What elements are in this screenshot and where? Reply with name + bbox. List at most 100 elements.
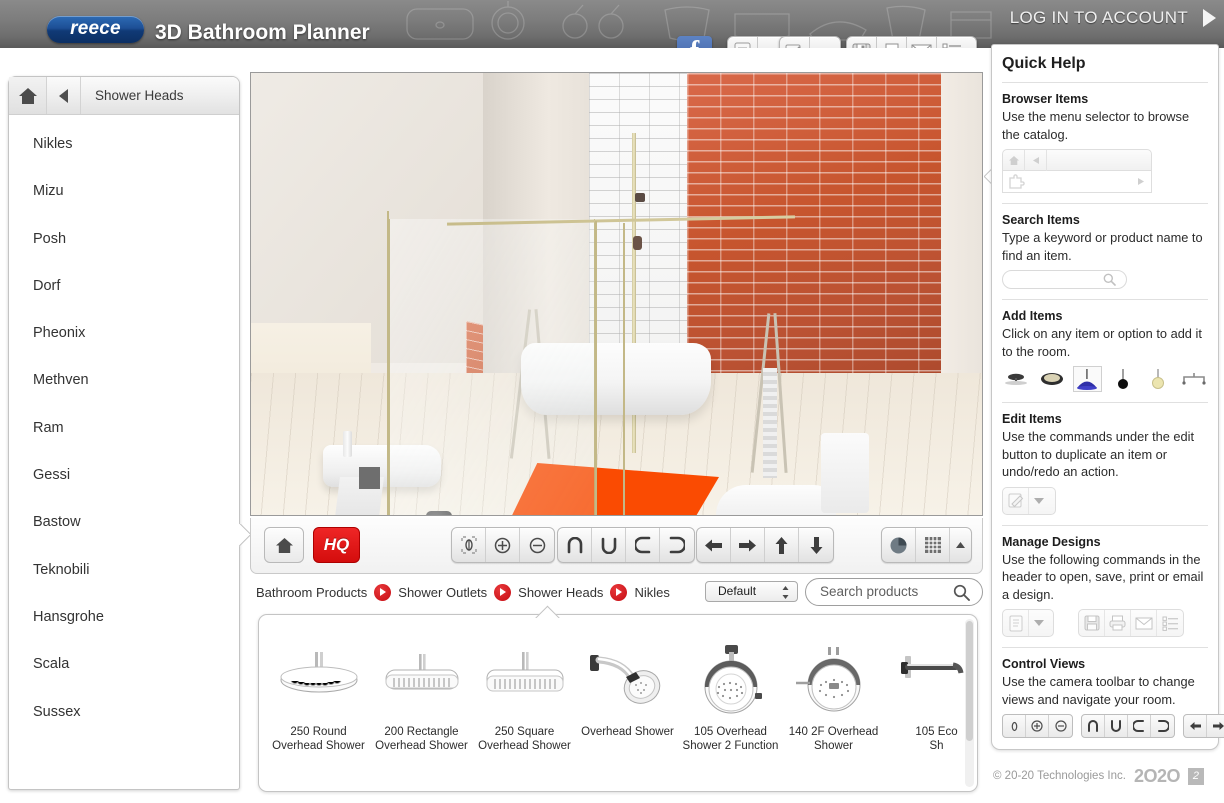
rotate-up-left-icon[interactable]	[558, 528, 592, 562]
floorplan-view-icon[interactable]	[916, 528, 950, 562]
list-item[interactable]: Gessi	[9, 452, 239, 499]
brand-2020-mark: 2	[1188, 768, 1204, 785]
breadcrumb-item[interactable]: Shower Outlets	[398, 585, 487, 600]
breadcrumb: Bathroom Products Shower Outlets Shower …	[256, 584, 670, 601]
list-item[interactable]: Mizu	[9, 168, 239, 215]
perspective-view-icon[interactable]	[882, 528, 916, 562]
product-card[interactable]: 140 2F OverheadShower	[782, 633, 885, 753]
towel-radiator	[763, 368, 777, 478]
list-icon	[1157, 610, 1183, 636]
shower-glass-panel	[389, 219, 595, 516]
chevron-down-icon[interactable]	[758, 37, 777, 48]
items-mini-illustration	[1002, 366, 1208, 392]
rotate-down-icon[interactable]	[592, 528, 626, 562]
facebook-icon[interactable]: f	[677, 36, 712, 48]
camera-mini-illustration	[1002, 714, 1208, 738]
product-card[interactable]: 250 SquareOverhead Shower	[473, 633, 576, 753]
forward-arrow-icon	[1137, 177, 1145, 186]
footer: © 20-20 Technologies Inc. 2O2O 2	[991, 757, 1219, 795]
back-arrow-icon	[1025, 150, 1047, 171]
track-light-icon	[1180, 366, 1208, 392]
design-area: HQ	[250, 72, 983, 574]
printer-icon[interactable]	[877, 37, 907, 48]
list-item[interactable]: Ram	[9, 405, 239, 452]
login-to-account-link[interactable]: LOG IN TO ACCOUNT	[1010, 8, 1188, 28]
list-item[interactable]: Hansgrohe	[9, 594, 239, 641]
home-icon[interactable]	[264, 527, 304, 563]
puzzle-icon	[1009, 174, 1025, 189]
list-item[interactable]: Pheonix	[9, 310, 239, 357]
brand-list: Nikles Mizu Posh Dorf Pheonix Methven Ra…	[9, 115, 239, 736]
breadcrumb-item[interactable]: Nikles	[634, 585, 669, 600]
envelope-icon[interactable]	[907, 37, 937, 48]
square-overhead-shower-thumb	[473, 633, 576, 725]
breadcrumb-item[interactable]: Shower Heads	[518, 585, 603, 600]
back-arrow-icon[interactable]	[47, 77, 81, 114]
chevron-down-icon[interactable]	[810, 37, 829, 48]
list-item[interactable]: Bastow	[9, 499, 239, 546]
login-arrow-icon[interactable]	[1203, 9, 1216, 27]
cistern-cabinet	[821, 433, 869, 513]
view-more-icon[interactable]	[950, 528, 971, 562]
reece-logo[interactable]: reece	[47, 16, 144, 43]
updown-arrows-icon	[782, 585, 789, 600]
help-section-search-items: Search Items Type a keyword or product n…	[1002, 203, 1208, 299]
pencil-edit-icon[interactable]	[780, 37, 810, 48]
help-heading: Manage Designs	[1002, 535, 1208, 549]
document-icon[interactable]	[728, 37, 758, 48]
zoom-out-icon[interactable]	[520, 528, 554, 562]
rotate-left-icon[interactable]	[626, 528, 660, 562]
pan-up-icon[interactable]	[765, 528, 799, 562]
list-item[interactable]: Scala	[9, 641, 239, 688]
pan-down-icon[interactable]	[799, 528, 833, 562]
document-icon	[1003, 610, 1029, 636]
product-strip-scrollbar[interactable]	[965, 619, 974, 787]
rotate-right-icon[interactable]	[660, 528, 694, 562]
bathroom-3d-scene	[251, 73, 982, 515]
scrollbar-thumb[interactable]	[966, 621, 973, 741]
ceiling-light-icon	[1002, 366, 1030, 392]
flush-mount-light-icon	[1037, 366, 1065, 392]
product-card[interactable]: 105 OverheadShower 2 Function	[679, 633, 782, 753]
red-arrow-icon	[494, 584, 511, 601]
walk-mode-icon[interactable]	[452, 528, 486, 562]
product-card[interactable]: 250 RoundOverhead Shower	[267, 633, 370, 753]
home-icon[interactable]	[9, 77, 47, 114]
zoom-in-icon[interactable]	[486, 528, 520, 562]
product-strip: 250 RoundOverhead Shower 200 RectangleOv…	[258, 614, 978, 792]
view-select[interactable]: Default	[705, 581, 798, 602]
140-2f-overhead-shower-thumb	[782, 633, 885, 725]
list-icon[interactable]	[937, 37, 967, 48]
basin-panel	[359, 467, 380, 489]
breadcrumb-item[interactable]: Bathroom Products	[256, 585, 367, 600]
envelope-icon	[1131, 610, 1157, 636]
save-floppy-icon[interactable]	[847, 37, 877, 48]
help-heading: Add Items	[1002, 309, 1208, 323]
browser-header: Shower Heads	[9, 77, 239, 115]
search-input[interactable]: Search products	[805, 578, 983, 606]
app-header: reece 3D Bathroom Planner LOG IN TO ACCO…	[0, 0, 1224, 48]
browser-panel-pointer	[239, 524, 250, 548]
product-card[interactable]: Overhead Shower	[576, 633, 679, 753]
list-item[interactable]: Posh	[9, 216, 239, 263]
help-body: Use the camera toolbar to change views a…	[1002, 673, 1208, 708]
list-item[interactable]: Teknobili	[9, 547, 239, 594]
list-item[interactable]: Dorf	[9, 263, 239, 310]
help-section-browser-items: Browser Items Use the menu selector to b…	[1002, 82, 1208, 203]
pan-right-icon[interactable]	[731, 528, 765, 562]
save-floppy-icon	[1079, 610, 1105, 636]
help-heading: Browser Items	[1002, 92, 1208, 106]
search-icon[interactable]	[953, 584, 970, 601]
hq-toggle-button[interactable]: HQ	[313, 527, 360, 563]
pan-left-icon[interactable]	[697, 528, 731, 562]
help-body: Type a keyword or product name to find a…	[1002, 229, 1208, 264]
brand-2020-logo: 2O2O	[1134, 766, 1180, 787]
product-card[interactable]: 200 RectangleOverhead Shower	[370, 633, 473, 753]
list-item[interactable]: Methven	[9, 357, 239, 404]
list-item[interactable]: Sussex	[9, 689, 239, 736]
edit-mini-illustration	[1002, 487, 1208, 515]
pan-group	[696, 527, 834, 563]
3d-room-viewport[interactable]	[250, 72, 983, 516]
rotate-group	[557, 527, 695, 563]
list-item[interactable]: Nikles	[9, 121, 239, 168]
